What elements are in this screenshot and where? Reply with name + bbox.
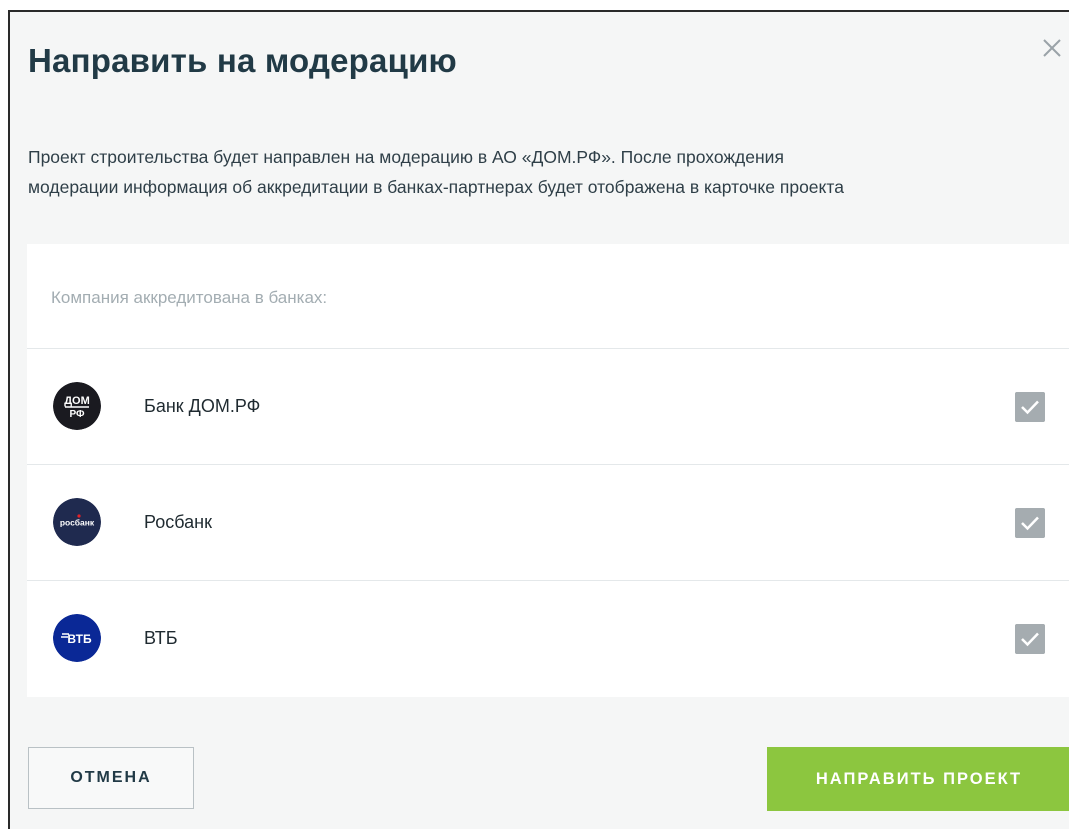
submit-project-button[interactable]: НАПРАВИТЬ ПРОЕКТ <box>767 747 1069 811</box>
close-icon[interactable] <box>1038 34 1066 62</box>
rosbank-logo-icon: росбанк <box>53 498 101 546</box>
rosbank-logo-text: росбанк <box>60 518 95 528</box>
checkbox-rosbank[interactable] <box>1015 508 1045 538</box>
checkbox-domrf[interactable] <box>1015 392 1045 422</box>
bank-list-card: Компания аккредитована в банках: ДОМ РФ … <box>27 244 1069 697</box>
bank-name-rosbank: Росбанк <box>144 512 212 532</box>
modal-description: Проект строительства будет направлен на … <box>28 142 1063 202</box>
bank-row-domrf: ДОМ РФ Банк ДОМ.РФ <box>27 348 1069 464</box>
bank-name-vtb: ВТБ <box>144 628 178 648</box>
description-line-2: модерации информация об аккредитации в б… <box>28 177 844 197</box>
modal-title: Направить на модерацию <box>28 42 457 79</box>
cancel-button[interactable]: ОТМЕНА <box>28 747 194 809</box>
bank-list-header: Компания аккредитована в банках: <box>51 288 328 307</box>
domrf-logo-icon: ДОМ РФ <box>53 382 101 430</box>
bank-name-domrf: Банк ДОМ.РФ <box>144 396 261 416</box>
checkbox-vtb[interactable] <box>1015 624 1045 654</box>
description-line-1: Проект строительства будет направлен на … <box>28 147 784 167</box>
domrf-logo-bottom: РФ <box>69 409 85 420</box>
bank-row-vtb: ВТБ ВТБ <box>27 580 1069 696</box>
moderation-modal: Направить на модерацию Проект строительс… <box>8 10 1069 829</box>
bank-row-rosbank: росбанк Росбанк <box>27 464 1069 580</box>
vtb-logo-icon: ВТБ <box>53 614 101 662</box>
domrf-logo-top: ДОМ <box>64 395 90 407</box>
vtb-logo-text: ВТБ <box>67 632 92 646</box>
